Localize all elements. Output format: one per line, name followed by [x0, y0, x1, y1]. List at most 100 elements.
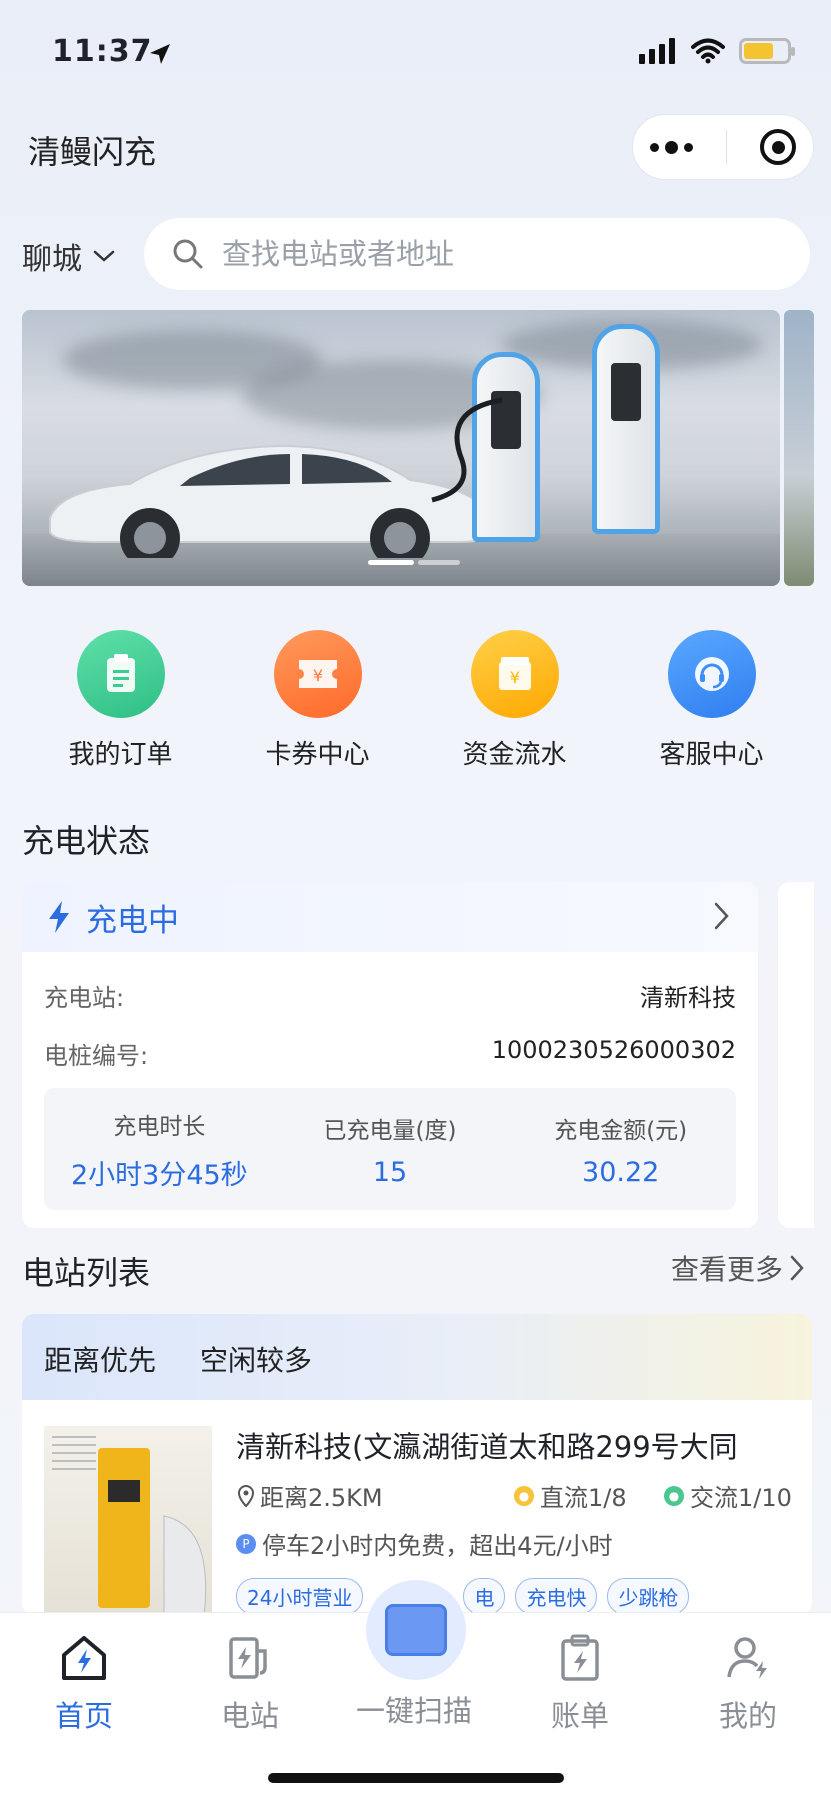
city-selector[interactable]: 聊城: [22, 234, 116, 278]
search-input[interactable]: [222, 237, 742, 271]
sort-tab-distance[interactable]: 距离优先: [44, 1339, 156, 1379]
tab-home[interactable]: 首页: [24, 1633, 144, 1735]
svg-text:¥: ¥: [312, 666, 322, 685]
stat-value: 2小时3分45秒: [70, 1159, 248, 1191]
ac-icon: ●: [664, 1485, 684, 1506]
tab-label: 我的: [718, 1699, 777, 1733]
miniprogram-capsule: [632, 114, 814, 180]
station-tag: 24小时营业: [236, 1578, 364, 1615]
charging-status-card[interactable]: 充电中 充电站: 清新科技 电桩编号: 1000230526000302 充电时…: [22, 882, 758, 1228]
close-target-icon[interactable]: [760, 129, 797, 165]
chevron-right-icon: [790, 1255, 804, 1281]
signal-icon: [639, 38, 675, 64]
tab-label: 电站: [220, 1699, 279, 1733]
station-ac-row: ● 交流1/10: [664, 1478, 792, 1513]
app-title: 清鳗闪充: [28, 133, 157, 171]
quick-item-support[interactable]: 客服中心: [613, 630, 810, 771]
dc-icon: ●: [514, 1485, 534, 1506]
stat-energy: 已充电量(度) 15: [275, 1088, 506, 1210]
stat-label: 已充电量(度): [323, 1117, 457, 1144]
chevron-down-icon: [93, 250, 115, 262]
station-tag: 电: [463, 1578, 506, 1615]
quick-item-orders[interactable]: 我的订单: [22, 630, 219, 771]
view-more-label: 查看更多: [670, 1253, 783, 1286]
location-pin-icon: [237, 1484, 255, 1507]
sort-tab-idle[interactable]: 空闲较多: [200, 1339, 312, 1379]
stat-label: 充电时长: [113, 1113, 206, 1140]
station-distance: 距离2.5KM: [260, 1484, 383, 1512]
charging-card-header[interactable]: 充电中: [22, 882, 758, 952]
charging-pile-image-2: [592, 324, 660, 534]
headset-icon: [667, 630, 756, 718]
user-icon: [727, 1637, 767, 1679]
status-indicators: [639, 38, 795, 64]
search-icon: [173, 239, 203, 269]
quick-item-funds[interactable]: ¥ 资金流水: [416, 630, 613, 771]
pile-row: 电桩编号: 1000230526000302: [44, 1036, 736, 1071]
clipboard-icon: [76, 630, 165, 718]
station-tag: 少跳枪: [607, 1578, 690, 1615]
station-parking-row: P 停车2小时内免费，超出4元/小时: [236, 1526, 613, 1561]
location-arrow-icon: [150, 44, 170, 64]
search-bar[interactable]: [144, 218, 810, 290]
home-icon: [62, 1636, 106, 1680]
station-ac: 交流1/10: [690, 1484, 792, 1512]
charging-card-next-peek[interactable]: [778, 882, 814, 1228]
charging-cable: [431, 397, 503, 503]
station-tags: 24小时营业 电 充电快 少跳枪: [236, 1578, 690, 1615]
tab-label: 账单: [550, 1699, 609, 1733]
tab-label: 首页: [54, 1699, 113, 1733]
charging-state: 充电中: [86, 902, 179, 939]
tab-stations[interactable]: 电站: [190, 1633, 310, 1735]
quick-item-label: 客服中心: [659, 740, 764, 770]
quick-item-coupons[interactable]: ¥ 卡券中心: [219, 630, 416, 771]
scan-label[interactable]: 一键扫描: [356, 1688, 472, 1730]
banner-dot: [418, 560, 460, 565]
battery-icon: [739, 38, 795, 64]
more-icon[interactable]: [649, 140, 693, 154]
tab-bills[interactable]: 账单: [520, 1633, 640, 1735]
home-indicator: [268, 1773, 564, 1783]
quick-item-label: 卡券中心: [265, 740, 370, 770]
quick-menu: 我的订单 ¥ 卡券中心 ¥ 资金流水 客服中心: [0, 630, 831, 771]
station-label: 充电站:: [44, 984, 125, 1012]
bill-icon: [561, 1634, 599, 1681]
station-thumbnail: [44, 1426, 212, 1615]
parking-icon: P: [236, 1533, 256, 1554]
stat-value: 15: [372, 1156, 408, 1188]
chevron-right-icon[interactable]: [712, 900, 732, 932]
promo-banner[interactable]: [22, 310, 780, 586]
stat-amount: 充电金额(元) 30.22: [505, 1088, 736, 1210]
banner-indicator: [368, 560, 460, 565]
station-parking: 停车2小时内免费，超出4元/小时: [262, 1532, 613, 1560]
pile-label: 电桩编号:: [44, 1042, 149, 1070]
pile-value: 1000230526000302: [491, 1036, 736, 1064]
quick-item-label: 我的订单: [68, 740, 173, 770]
stat-value: 30.22: [582, 1156, 660, 1188]
stat-duration: 充电时长 2小时3分45秒: [44, 1088, 275, 1210]
station-distance-row: 距离2.5KM: [236, 1478, 383, 1513]
city-label: 聊城: [22, 242, 82, 277]
lightning-icon: [49, 901, 69, 933]
quick-item-label: 资金流水: [462, 740, 567, 770]
banner-next-peek[interactable]: [784, 310, 814, 586]
station-value: 清新科技: [640, 984, 736, 1012]
tab-profile[interactable]: 我的: [688, 1633, 808, 1735]
view-more-link[interactable]: 查看更多: [671, 1248, 805, 1288]
scan-button[interactable]: [366, 1580, 466, 1680]
stat-label: 充电金额(元): [554, 1117, 688, 1144]
station-tag: 充电快: [515, 1578, 598, 1615]
station-name: 清新科技(文瀛湖街道太和路299号大同: [236, 1430, 738, 1464]
station-row: 充电站: 清新科技: [44, 978, 736, 1013]
section-title-stations: 电站列表: [22, 1254, 151, 1292]
station-sort-tabs: 距离优先 空闲较多: [22, 1314, 812, 1404]
station-dc-row: ● 直流1/8: [514, 1478, 627, 1513]
station-dc: 直流1/8: [540, 1484, 627, 1512]
svg-text:¥: ¥: [509, 668, 519, 687]
wifi-icon: [691, 38, 725, 64]
ticket-icon: ¥: [273, 630, 362, 718]
status-time: 11:37: [52, 34, 153, 69]
banner-dot-active: [368, 560, 414, 565]
charging-stats: 充电时长 2小时3分45秒 已充电量(度) 15 充电金额(元) 30.22: [44, 1088, 736, 1210]
wallet-icon: ¥: [470, 630, 559, 718]
